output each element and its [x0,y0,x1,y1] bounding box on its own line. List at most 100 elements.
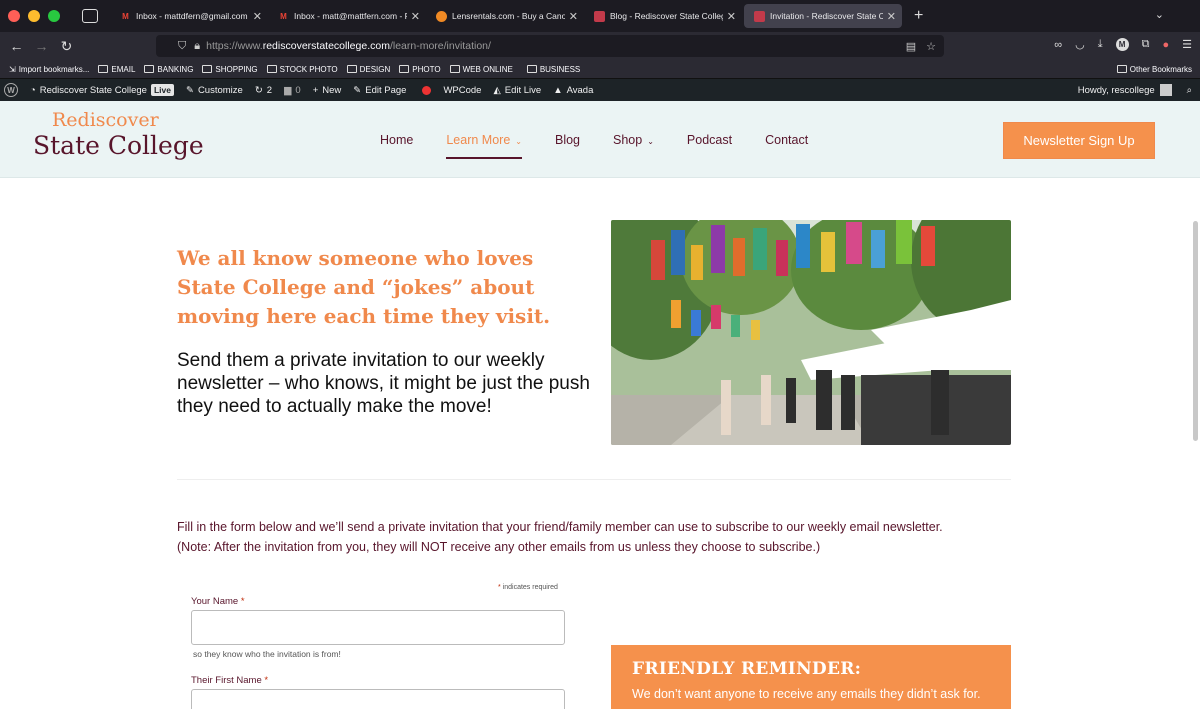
tab-strip: M Inbox - mattdfern@gmail.com - ✕ M Inbo… [0,0,1200,32]
bookmark-folder[interactable]: SHOPPING [202,65,258,74]
menu-item-shop[interactable]: Shop ⌄ [613,133,654,147]
back-icon[interactable]: ← [4,38,29,54]
menu-item-podcast[interactable]: Podcast [687,133,732,147]
lensrentals-icon [436,10,447,22]
rsc-icon [754,10,765,22]
import-icon: ⇲ [9,64,16,74]
folder-icon [399,65,410,73]
bookmark-folder[interactable]: BUSINESS [526,65,580,74]
bookmark-folder[interactable]: DESIGN [346,65,390,74]
bookmark-folder[interactable]: BANKING [144,65,193,74]
url-path: /learn-more/invitation/ [389,40,491,52]
comment-icon: ▆ [284,84,292,96]
bookmark-star-icon[interactable]: ☆ [926,40,936,53]
admin-avada[interactable]: ▲ Avada [553,85,593,96]
shield-icon[interactable]: ⛉ [178,40,186,53]
admin-new[interactable]: + New [313,85,342,96]
admin-updates[interactable]: ↻ 2 [255,85,272,96]
your-name-input[interactable] [191,610,565,645]
tab-list-chevron-icon[interactable]: ⌄ [1155,8,1164,21]
menu-item-contact[interactable]: Contact [765,133,808,147]
wp-admin-bar: W ◔ Rediscover State College Live ✎ Customi… [0,79,1200,101]
reminder-text: We don’t want anyone to receive any emai… [632,687,981,701]
admin-account[interactable]: Howdy, rescollege ⌕ [1078,84,1192,96]
infinity-extension-icon[interactable]: ∞ [1054,39,1062,51]
form-intro-emphasis: we’ll send a private invitation that you… [319,520,943,534]
required-indicator-note: * indicates required [498,584,558,591]
other-bookmarks[interactable]: Other Bookmarks [1116,65,1192,74]
url-domain: rediscoverstatecollege.com [262,40,390,52]
folder-icon [202,65,213,73]
tab-title: Invitation - Rediscover State Co [770,11,883,21]
tab-title: Inbox - mattdfern@gmail.com - [136,11,249,21]
bookmark-folder[interactable]: PHOTO [399,65,441,74]
menu-item-learn-more[interactable]: Learn More ⌄ [446,133,522,159]
browser-tab[interactable]: M Inbox - mattdfern@gmail.com - ✕ [110,0,268,32]
close-tab-icon[interactable]: ✕ [411,10,420,23]
their-first-name-label: Their First Name * [191,675,269,686]
menu-item-home[interactable]: Home [380,133,413,147]
tab-overview-icon[interactable] [82,9,98,23]
rsc-icon [594,10,605,22]
admin-edit-page[interactable]: ✎ Edit Page [353,85,406,96]
admin-site-name[interactable]: ◔ Rediscover State College Live [30,84,174,96]
browser-tab[interactable]: M Inbox - matt@mattfern.com - F ✕ [268,0,426,32]
main-menu: Home Learn More ⌄ Blog Shop ⌄ Podcast Cont… [380,133,841,159]
lock-icon[interactable]: 🔒︎ [194,40,200,53]
url-bar[interactable]: ⛉ 🔒︎ https://www. rediscoverstatecollege.… [156,35,944,57]
minimize-window-button[interactable] [28,10,40,22]
pocket-icon[interactable]: ◡ [1075,38,1085,51]
wordpress-logo-icon[interactable]: W [4,83,18,97]
admin-wpcode[interactable]: WPCode [443,85,481,96]
url-prefix: https://www. [206,40,263,52]
page-scrollbar[interactable] [1193,221,1198,441]
notification-extension-icon[interactable]: ● [1162,39,1169,51]
bookmarks-toolbar: ⇲ Import bookmarks... EMAIL BANKING SHOPP… [0,60,1200,79]
admin-edit-live[interactable]: ◭ Edit Live [493,85,541,96]
close-tab-icon[interactable]: ✕ [887,10,896,23]
browser-tab[interactable]: Lensrentals.com - Buy a Canon ✕ [426,0,584,32]
festival-photo [611,220,1011,445]
bookmark-import[interactable]: ⇲ Import bookmarks... [9,65,89,74]
their-first-name-input[interactable] [191,689,565,709]
downloads-icon[interactable]: ⤓ [1098,38,1103,51]
browser-tab[interactable]: Blog - Rediscover State College ✕ [584,0,742,32]
search-icon[interactable]: ⌕ [1187,85,1192,96]
pencil-icon: ✎ [353,84,362,96]
admin-customize[interactable]: ✎ Customize [186,85,243,96]
section-divider [177,479,1011,480]
close-tab-icon[interactable]: ✕ [727,10,736,23]
close-tab-icon[interactable]: ✕ [569,10,578,23]
reload-icon[interactable]: ↻ [54,38,79,55]
browser-tab-active[interactable]: Invitation - Rediscover State Co ✕ [744,4,902,28]
bookmark-folder[interactable]: STOCK PHOTO [266,65,338,74]
folder-icon [526,65,537,73]
menu-item-blog[interactable]: Blog [555,133,580,147]
new-tab-icon[interactable]: + [914,7,923,25]
menu-hamburger-icon[interactable]: ☰ [1182,38,1192,51]
bookmark-folder[interactable]: EMAIL [98,65,135,74]
admin-comments[interactable]: ▆ 0 [284,85,301,96]
reader-view-icon[interactable]: ▤ [906,40,916,53]
dashboard-icon: ◔ [30,84,36,96]
account-extension-icon[interactable]: M [1115,38,1129,51]
avatar [1159,84,1172,96]
logo-line2: State College [33,131,204,160]
extensions-puzzle-icon[interactable]: ⧉ [1142,38,1150,51]
newsletter-signup-button[interactable]: Newsletter Sign Up [1003,122,1155,159]
close-tab-icon[interactable]: ✕ [253,10,262,23]
forward-icon[interactable]: → [29,38,54,54]
page-subline: Send them a private invitation to our we… [177,350,590,417]
zoom-window-button[interactable] [48,10,60,22]
avada-icon: ▲ [553,84,563,96]
page-content: Rediscover State College Home Learn More… [0,101,1200,709]
your-name-label: Your Name * [191,596,245,607]
navigation-toolbar: ← → ↻ ⌂ ⛉ 🔒︎ https://www.rediscoverstate… [0,32,1200,60]
form-intro: Fill in the form below and we’ll send a … [177,520,943,554]
bookmark-folder[interactable]: WEB ONLINE [449,65,513,74]
folder-icon [98,65,109,73]
folder-icon [144,65,155,73]
logo-line1: Rediscover [52,109,159,131]
gmail-icon: M [280,11,287,21]
close-window-button[interactable] [8,10,20,22]
